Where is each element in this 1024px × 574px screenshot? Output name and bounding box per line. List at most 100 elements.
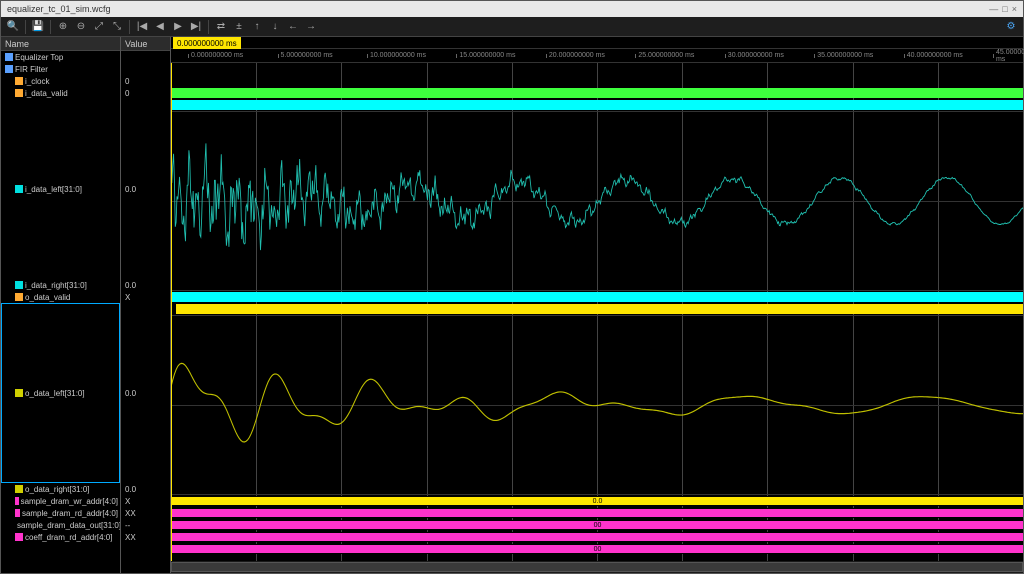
ruler-tick: 35.000000000 ms — [814, 49, 873, 62]
signal-name-label: sample_dram_data_out[31:0] — [17, 521, 120, 530]
window-controls: — □ × — [989, 4, 1017, 14]
signal-icon — [15, 293, 23, 301]
cursor-time-label[interactable]: 0.000000000 ms — [173, 37, 241, 49]
ruler-tick-label: 5.000000000 ms — [281, 52, 333, 59]
signal-name-label: o_data_valid — [25, 293, 70, 302]
main-area: Name Equalizer TopFIR Filteri_clocki_dat… — [1, 37, 1023, 573]
signal-value-cell[interactable]: XX — [121, 531, 170, 543]
time-cursor[interactable] — [171, 63, 172, 561]
last-icon[interactable]: ▶| — [188, 19, 204, 35]
ruler-tick: 5.000000000 ms — [278, 49, 333, 62]
time-ruler[interactable]: 0.000000000 ms5.000000000 ms10.000000000… — [171, 49, 1023, 63]
next-icon[interactable]: ▶ — [170, 19, 186, 35]
move-left-icon[interactable]: ← — [285, 19, 301, 35]
signal-value-cell[interactable]: X — [121, 495, 170, 507]
signal-name-row[interactable]: sample_dram_wr_addr[4:0] — [1, 495, 120, 507]
waveform-track — [171, 111, 1023, 291]
minimize-button[interactable]: — — [989, 4, 998, 14]
signal-value-cell[interactable]: -- — [121, 519, 170, 531]
value-column[interactable]: Value 000.00.0X0.00.0XXX--XX — [121, 37, 171, 573]
window-title: equalizer_tc_01_sim.wcfg — [7, 4, 111, 14]
waveform-track — [171, 507, 1023, 519]
toolbar-separator — [129, 20, 130, 34]
signal-value-cell[interactable]: 0.0 — [121, 483, 170, 495]
signal-value-cell[interactable] — [121, 63, 170, 75]
signal-name-row[interactable]: coeff_dram_rd_addr[4:0] — [1, 531, 120, 543]
ruler-tick: 15.000000000 ms — [456, 49, 515, 62]
signal-value-cell[interactable]: 0.0 — [121, 99, 170, 279]
folder-icon — [5, 53, 13, 61]
swap-icon[interactable]: ⇄ — [213, 19, 229, 35]
toolbar-separator — [50, 20, 51, 34]
waveform-area: 0.000000000 ms 0.000000000 ms5.000000000… — [171, 37, 1023, 573]
bus2-icon — [15, 389, 23, 397]
signal-name-row[interactable]: o_data_right[31:0] — [1, 483, 120, 495]
zoom-sel-icon[interactable]: ⤡ — [109, 19, 125, 35]
name-column[interactable]: Name Equalizer TopFIR Filteri_clocki_dat… — [1, 37, 121, 573]
signal-value-cell[interactable]: 0.0 — [121, 279, 170, 291]
signal-name-label: o_data_left[31:0] — [25, 389, 85, 398]
move-up-icon[interactable]: ↑ — [249, 19, 265, 35]
pink-icon — [15, 509, 20, 517]
waveform-track: 00 — [171, 543, 1023, 555]
bus-icon — [15, 185, 23, 193]
signal-name-row[interactable]: o_data_valid — [1, 291, 120, 303]
bus-value — [171, 532, 1023, 542]
signal-value-cell[interactable]: XX — [121, 507, 170, 519]
first-icon[interactable]: |◀ — [134, 19, 150, 35]
ruler-tick-label: 40.000000000 ms — [907, 52, 963, 59]
maximize-button[interactable]: □ — [1002, 4, 1007, 14]
ruler-tick-label: 30.000000000 ms — [728, 52, 784, 59]
search-icon[interactable]: 🔍 — [5, 19, 21, 35]
signal-name-row[interactable]: i_data_right[31:0] — [1, 279, 120, 291]
value-rows: 000.00.0X0.00.0XXX--XX — [121, 51, 170, 573]
signal-value-cell[interactable]: 0 — [121, 75, 170, 87]
waveform-track: 00 — [171, 519, 1023, 531]
zoom-in-icon[interactable]: ⊕ — [55, 19, 71, 35]
scrollbar-thumb[interactable] — [171, 562, 1023, 572]
value-column-header[interactable]: Value — [121, 37, 170, 51]
add-marker-icon[interactable]: ± — [231, 19, 247, 35]
move-down-icon[interactable]: ↓ — [267, 19, 283, 35]
signal-name-label: coeff_dram_rd_addr[4:0] — [25, 533, 112, 542]
ruler-tick: 10.000000000 ms — [367, 49, 426, 62]
signal-name-row[interactable]: i_data_left[31:0] — [1, 99, 120, 279]
titlebar: equalizer_tc_01_sim.wcfg — □ × — [1, 1, 1023, 17]
gear-icon[interactable]: ⚙ — [1003, 19, 1019, 35]
signal-name-row[interactable]: FIR Filter — [1, 63, 120, 75]
signal-name-label: o_data_right[31:0] — [25, 485, 90, 494]
ruler-tick-label: 15.000000000 ms — [459, 52, 515, 59]
waveform-track: 0.0 — [171, 495, 1023, 507]
ruler-tick-label: 35.000000000 ms — [817, 52, 873, 59]
horizontal-scrollbar[interactable] — [171, 561, 1023, 573]
signal-value-cell[interactable]: X — [121, 291, 170, 303]
bus-value: 00 — [171, 520, 1023, 530]
signal-name-row[interactable]: Equalizer Top — [1, 51, 120, 63]
pink-icon — [15, 533, 23, 541]
cursor-bar[interactable]: 0.000000000 ms — [171, 37, 1023, 49]
folder-icon — [5, 65, 13, 73]
ruler-tick: 40.000000000 ms — [904, 49, 963, 62]
signal-name-row[interactable]: i_clock — [1, 75, 120, 87]
signal-value-cell[interactable]: 0 — [121, 87, 170, 99]
zoom-fit-icon[interactable]: ⤢ — [91, 19, 107, 35]
prev-icon[interactable]: ◀ — [152, 19, 168, 35]
signal-name-label: sample_dram_rd_addr[4:0] — [22, 509, 118, 518]
close-button[interactable]: × — [1012, 4, 1017, 14]
signal-value-cell[interactable]: 0.0 — [121, 303, 170, 483]
signal-value-cell[interactable] — [121, 51, 170, 63]
ruler-tick: 45.000000000 ms — [993, 49, 1024, 62]
save-icon[interactable]: 💾 — [30, 19, 46, 35]
signal-name-label: sample_dram_wr_addr[4:0] — [21, 497, 118, 506]
signal-name-row[interactable]: o_data_left[31:0] — [1, 303, 120, 483]
signal-name-row[interactable]: sample_dram_data_out[31:0] — [1, 519, 120, 531]
pink-icon — [15, 497, 19, 505]
name-column-header[interactable]: Name — [1, 37, 120, 51]
signal-name-row[interactable]: i_data_valid — [1, 87, 120, 99]
move-right-icon[interactable]: → — [303, 19, 319, 35]
waveform-track — [171, 291, 1023, 303]
toolbar-separator — [25, 20, 26, 34]
signal-name-row[interactable]: sample_dram_rd_addr[4:0] — [1, 507, 120, 519]
waveform-canvas[interactable]: 0.0 00 00 — [171, 63, 1023, 561]
zoom-out-icon[interactable]: ⊖ — [73, 19, 89, 35]
